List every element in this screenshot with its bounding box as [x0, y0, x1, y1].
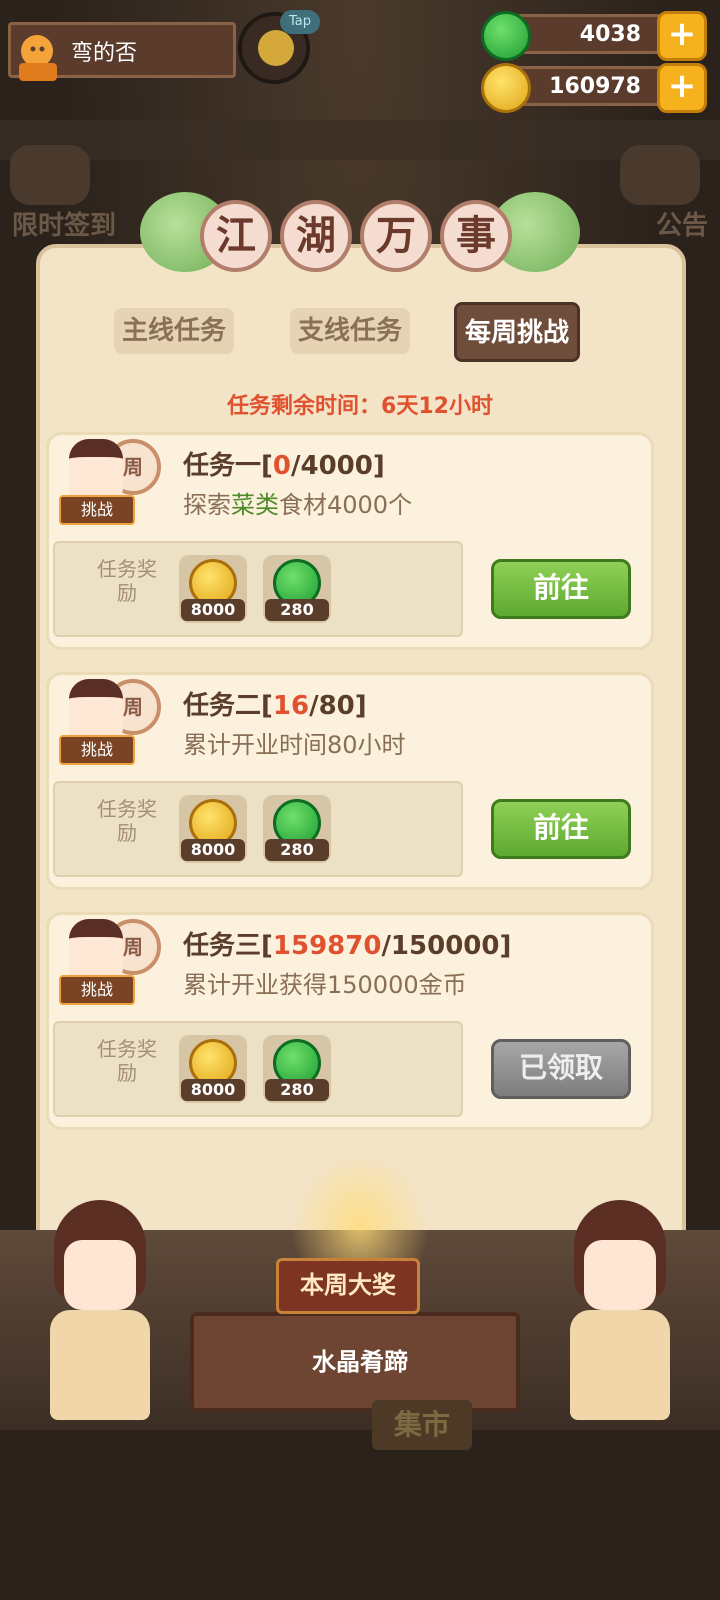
tab-main-quest[interactable]: 主线任务 [114, 308, 235, 354]
reward-gold: 8000 [179, 1035, 247, 1103]
task-description: 累计开业获得150000金币 [183, 971, 467, 999]
prize-glow [290, 1150, 430, 1260]
title-char-4: 事 [440, 200, 512, 272]
girl-right-icon [560, 1200, 680, 1420]
girl-left-icon [40, 1200, 160, 1420]
panel-title: 江 湖 万 事 [140, 192, 580, 282]
notice-icon [620, 145, 700, 205]
notice-label: 公告 [655, 211, 708, 241]
gold-amount: 160978 [549, 74, 641, 99]
task-progress: 159870 [272, 931, 382, 961]
task-title: 任务三[159870/150000] [183, 931, 512, 961]
task-description: 探索菜类食材4000个 [183, 491, 413, 519]
go-button[interactable]: 前往 [491, 559, 631, 619]
checkin-label: 限时签到 [12, 211, 117, 241]
add-gold-button[interactable]: + [657, 63, 707, 113]
player-bar[interactable]: 弯的否 [8, 22, 236, 81]
reward-scroll: 任务奖励 8000 280 [53, 1021, 463, 1117]
go-button[interactable]: 前往 [491, 799, 631, 859]
time-remaining: 任务剩余时间：6天12小时 [227, 394, 493, 419]
background-strip [0, 120, 720, 160]
girl-icon [69, 919, 123, 979]
girl-icon [69, 679, 123, 739]
challenge-badge: 周 挑战 [59, 673, 169, 773]
title-char-2: 湖 [280, 200, 352, 272]
task-title: 任务二[16/80] [183, 691, 367, 721]
reward-jade: 280 [263, 1035, 331, 1103]
reward-label: 任务奖励 [97, 1037, 157, 1085]
player-name: 弯的否 [71, 41, 138, 66]
tab-weekly-challenge[interactable]: 每周挑战 [454, 302, 581, 362]
task-title: 任务一[0/4000] [183, 451, 385, 481]
reward-jade: 280 [263, 795, 331, 863]
task-progress: 0 [272, 451, 291, 481]
prize-name: 水晶肴蹄 [312, 1348, 408, 1376]
mascot-icon [258, 30, 294, 66]
add-jade-button[interactable]: + [657, 11, 707, 61]
girl-icon [69, 439, 123, 499]
gold-currency: 160978 + [481, 63, 707, 113]
title-char-3: 万 [360, 200, 432, 272]
badge-label: 挑战 [59, 495, 135, 525]
reward-label: 任务奖励 [97, 557, 157, 605]
gold-coin-icon [481, 63, 531, 113]
chef-avatar-icon [19, 35, 57, 81]
badge-label: 挑战 [59, 735, 135, 765]
challenge-badge: 周 挑战 [59, 913, 169, 1013]
reward-jade: 280 [263, 555, 331, 623]
reward-scroll: 任务奖励 8000 280 [53, 541, 463, 637]
claimed-button: 已领取 [491, 1039, 631, 1099]
weekly-prize-button[interactable]: 本周大奖 [276, 1258, 420, 1314]
task-card: 周 挑战 任务一[0/4000] 探索菜类食材4000个 任务奖励 8000 2… [46, 432, 654, 650]
badge-label: 挑战 [59, 975, 135, 1005]
jade-currency: 4038 + [481, 11, 707, 61]
tab-side-quest[interactable]: 支线任务 [290, 308, 411, 354]
challenge-badge: 周 挑战 [59, 433, 169, 533]
reward-label: 任务奖励 [97, 797, 157, 845]
reward-gold: 8000 [179, 555, 247, 623]
checkin-icon [10, 145, 90, 205]
title-char-1: 江 [200, 200, 272, 272]
reward-gold: 8000 [179, 795, 247, 863]
task-card: 周 挑战 任务二[16/80] 累计开业时间80小时 任务奖励 8000 280… [46, 672, 654, 890]
market-sign: 集市 [372, 1400, 472, 1450]
task-card: 周 挑战 任务三[159870/150000] 累计开业获得150000金币 任… [46, 912, 654, 1130]
task-progress: 16 [272, 691, 310, 721]
task-description: 累计开业时间80小时 [183, 731, 406, 759]
jade-amount: 4038 [579, 22, 641, 47]
tab-bar: 主线任务 支线任务 每周挑战 [114, 302, 614, 362]
reward-scroll: 任务奖励 8000 280 [53, 781, 463, 877]
jade-coin-icon [481, 11, 531, 61]
tap-label: Tap [280, 10, 320, 34]
